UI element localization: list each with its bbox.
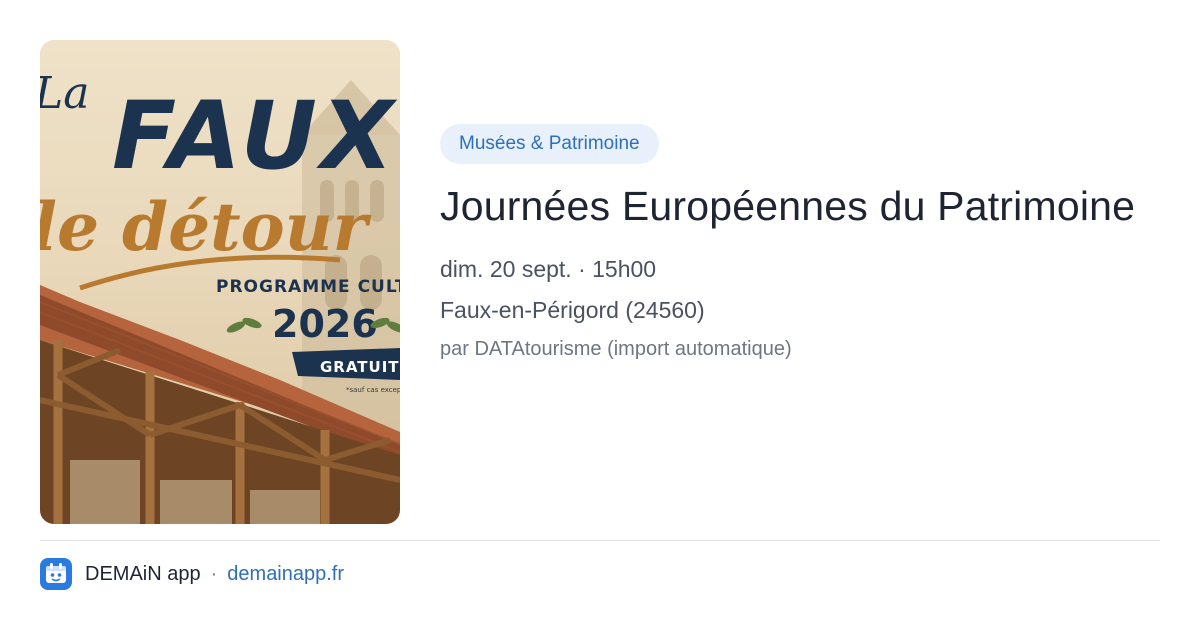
poster-title-prefix: La	[40, 68, 89, 119]
poster-free-label: GRATUIT*	[320, 358, 400, 376]
footer-divider	[40, 540, 1160, 541]
demain-app-icon[interactable]	[40, 558, 72, 590]
poster-year: 2026	[272, 302, 378, 346]
event-datetime: dim. 20 sept. · 15h00	[440, 256, 657, 282]
event-title[interactable]: Journées Européennes du Patrimoine	[440, 182, 1160, 230]
poster-title-sub: le détour	[40, 188, 372, 266]
footer-separator: ·	[210, 562, 218, 585]
poster-program-label: PROGRAMME CULTUREL	[216, 277, 400, 297]
event-details: Musées & Patrimoine Journées Européennes…	[440, 124, 1160, 361]
laurel-left-icon	[226, 317, 262, 333]
event-location: Faux-en-Périgord (24560)	[440, 297, 705, 323]
footer: DEMAiN app · demainapp.fr	[40, 558, 344, 590]
poster-artwork: La FAUX le détour PROGRAMME CULTUREL 202…	[40, 68, 400, 524]
poster-title-main: FAUX	[112, 82, 398, 191]
app-domain-link[interactable]: demainapp.fr	[227, 563, 344, 586]
event-source: par DATAtourisme (import automatique)	[440, 338, 792, 360]
poster-footnote: *sauf cas exceptionnels	[346, 386, 400, 394]
category-chip[interactable]: Musées & Patrimoine	[440, 124, 659, 164]
event-poster-image[interactable]: La FAUX le détour PROGRAMME CULTUREL 202…	[40, 40, 400, 524]
app-name: DEMAiN app	[85, 562, 201, 585]
